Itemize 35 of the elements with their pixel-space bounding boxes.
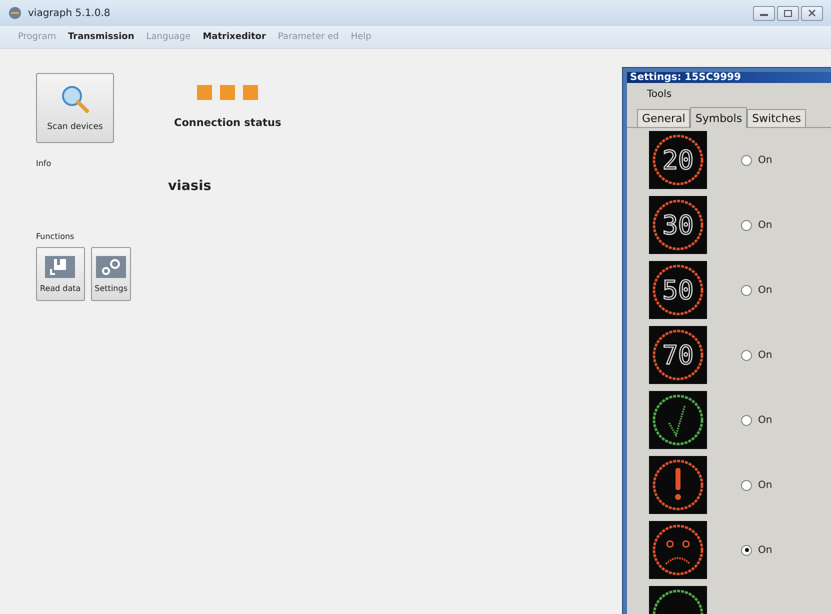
info-label: Info (36, 159, 52, 168)
on-radio-button[interactable]: On (741, 414, 772, 426)
tab[interactable]: Symbols (690, 107, 748, 128)
tab[interactable]: General (637, 109, 690, 127)
on-radio-button[interactable]: On (741, 480, 772, 490)
traffic-sign-icon: 70 (649, 326, 707, 384)
close-button[interactable] (801, 6, 823, 20)
minimize-button[interactable] (753, 6, 775, 20)
on-radio-button[interactable]: On (741, 350, 772, 360)
dialog-title: Settings: 15SC9999 (627, 72, 831, 83)
menu-item[interactable]: Transmission (68, 32, 134, 42)
traffic-sign-icon: 50 (649, 261, 707, 319)
maximize-icon (784, 10, 792, 16)
read-data-button[interactable]: Read data (36, 247, 85, 301)
close-icon (808, 9, 816, 17)
tab[interactable]: Switches (747, 109, 806, 127)
gears-icon (96, 256, 126, 278)
window-title: viagraph 5.1.0.8 (28, 8, 110, 18)
traffic-sign-icon: 20 (649, 131, 707, 189)
menu-item[interactable]: Matrixeditor (202, 32, 266, 42)
on-radio-button[interactable]: On (741, 284, 772, 296)
on-radio-button[interactable]: On (741, 154, 772, 166)
info-value: viasis (168, 178, 212, 194)
settings-button[interactable]: Settings (90, 247, 132, 301)
menu-item[interactable]: Tools (647, 88, 672, 100)
functions-label: Functions (36, 232, 74, 241)
search-icon (60, 84, 90, 114)
on-radio-button[interactable]: On (741, 544, 772, 556)
connection-status-label: Connection status (174, 117, 282, 129)
traffic-sign-icon: 30 (649, 196, 707, 254)
status-lights-icon (196, 85, 259, 101)
app-icon (8, 6, 22, 20)
on-radio-button[interactable]: On (741, 220, 772, 230)
scan-devices-button[interactable]: Scan devices (36, 73, 114, 143)
maximize-button[interactable] (777, 6, 799, 20)
